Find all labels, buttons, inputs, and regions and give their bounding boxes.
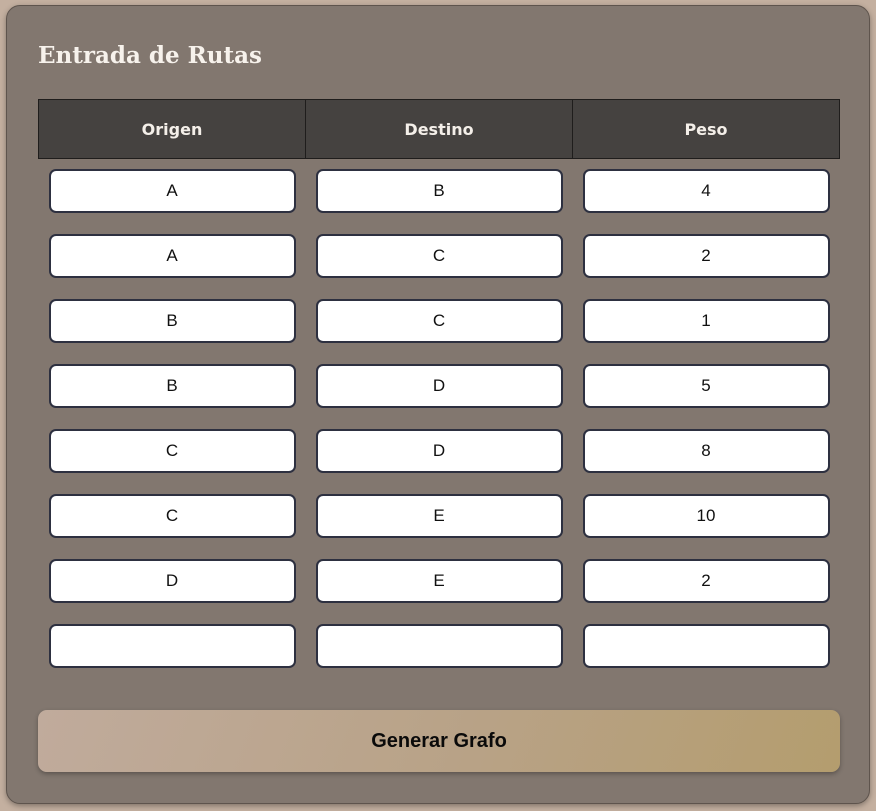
- origen-input[interactable]: [48, 559, 296, 603]
- destino-input[interactable]: [315, 559, 563, 603]
- table-row: [39, 159, 840, 224]
- destino-input[interactable]: [315, 364, 563, 408]
- table-row: [39, 289, 840, 354]
- header-row: Origen Destino Peso: [38, 99, 840, 159]
- origen-input[interactable]: [48, 494, 296, 538]
- generate-graph-button[interactable]: Generar Grafo: [38, 710, 840, 772]
- routes-table: Origen Destino Peso: [38, 99, 840, 679]
- routes-panel: Entrada de Rutas Origen Destino Peso A B…: [6, 5, 870, 804]
- peso-input[interactable]: [582, 624, 830, 668]
- table-row: [39, 224, 840, 289]
- destino-input[interactable]: [315, 429, 563, 473]
- origen-input[interactable]: [48, 234, 296, 278]
- peso-input[interactable]: [582, 169, 830, 214]
- origen-input[interactable]: [48, 624, 296, 668]
- table-row: [39, 354, 840, 419]
- header-destino: Destino: [305, 99, 573, 159]
- peso-input[interactable]: [582, 429, 830, 473]
- header-origen: Origen: [38, 99, 306, 159]
- peso-input[interactable]: [582, 299, 830, 343]
- peso-input[interactable]: [582, 494, 830, 538]
- origen-input[interactable]: [48, 429, 296, 473]
- destino-input[interactable]: [315, 494, 563, 538]
- origen-input[interactable]: [48, 299, 296, 343]
- destino-input[interactable]: [315, 299, 563, 343]
- page-title: Entrada de Rutas: [38, 42, 262, 69]
- destino-input[interactable]: [315, 169, 563, 214]
- table-row: [39, 484, 840, 549]
- peso-input[interactable]: [582, 364, 830, 408]
- table-row: [39, 419, 840, 484]
- destino-input[interactable]: [315, 624, 563, 668]
- destino-input[interactable]: [315, 234, 563, 278]
- origen-input[interactable]: [48, 364, 296, 408]
- peso-input[interactable]: [582, 234, 830, 278]
- header-peso: Peso: [572, 99, 840, 159]
- origen-input[interactable]: [48, 169, 296, 214]
- table-row: [39, 549, 840, 614]
- table-row: [39, 614, 840, 679]
- peso-input[interactable]: [582, 559, 830, 603]
